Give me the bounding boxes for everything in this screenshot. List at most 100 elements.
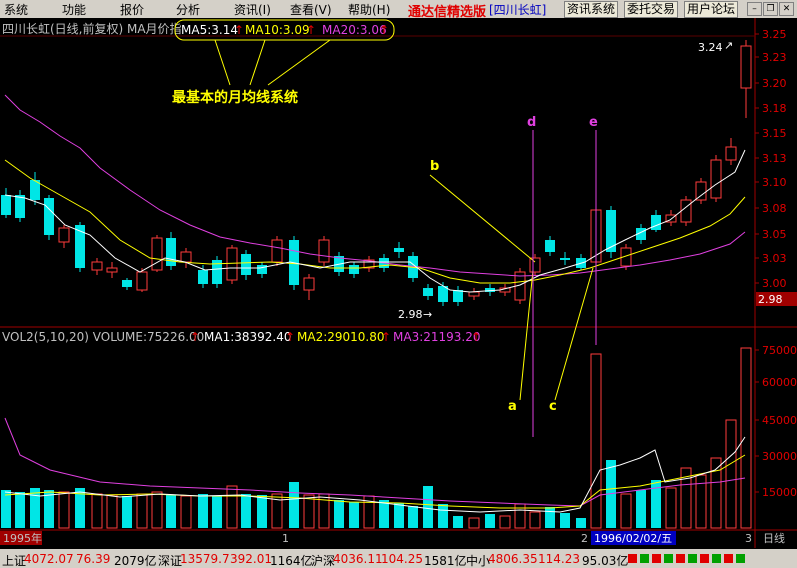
candle-up <box>180 251 192 263</box>
status-bar: 上证 4072.07 76.39 2079亿 深证 13579.7 392.01… <box>0 549 797 568</box>
marker-1: 1 <box>282 532 289 545</box>
sz-change: 392.01 <box>230 552 272 566</box>
volume-bar-up <box>303 494 315 529</box>
marker-3: 3 <box>745 532 752 545</box>
candle-down <box>15 195 25 218</box>
volume-bar-up <box>499 515 511 529</box>
candle-up <box>58 227 70 243</box>
ma10-arrow-icon: ↑ <box>306 23 316 37</box>
callout-line <box>214 39 231 86</box>
restore-icon[interactable]: ❐ <box>763 2 778 16</box>
volume-bar-down <box>408 506 418 528</box>
candle-up <box>271 239 283 263</box>
volume-bar-up <box>136 493 148 529</box>
volume-bar-up <box>318 493 330 529</box>
price-tick-label: 3.10 <box>762 176 787 189</box>
chart-header: 四川长虹(日线,前复权) MA月价指 <box>2 21 182 36</box>
label-c: c <box>549 399 557 414</box>
vol-ma1-arrow-icon: ↑ <box>285 330 295 344</box>
sz-value: 13579.7 <box>180 552 230 566</box>
menu-help[interactable]: 帮助(H) <box>348 1 390 18</box>
low-arrow-icon: → <box>423 308 432 321</box>
zx-amount: 95.03亿 <box>582 554 629 568</box>
volume-bar-down <box>485 514 495 528</box>
info-system-button[interactable]: 资讯系统 <box>564 1 619 18</box>
trade-button[interactable]: 委托交易 <box>624 1 679 18</box>
zx-label: 中小 <box>466 554 491 568</box>
marker-2: 2 <box>581 532 588 545</box>
menu-analysis[interactable]: 分析 <box>176 1 200 18</box>
candle-down <box>423 288 433 296</box>
sh-value: 4072.07 <box>24 552 74 566</box>
price-tick-label: 3.18 <box>762 102 787 115</box>
period-label[interactable]: 日线 <box>763 531 785 545</box>
volume-bar-down <box>636 490 646 528</box>
volume-bar-down <box>560 513 570 528</box>
volume-bar-down <box>122 496 132 528</box>
ma5-arrow-icon: ↑ <box>234 23 244 37</box>
price-tick-label: 3.05 <box>762 228 787 241</box>
price-tick-label: 3.08 <box>762 202 787 215</box>
volume-bar-down <box>545 507 555 528</box>
volume-bar-down <box>15 492 25 528</box>
menu-view[interactable]: 查看(V) <box>290 1 332 18</box>
candle-up <box>91 261 103 271</box>
volume-bar-up <box>468 517 480 529</box>
candle-up <box>226 247 238 281</box>
status-indicators <box>628 552 788 565</box>
vol-arrow-icon: ↑ <box>190 330 200 344</box>
vol-ma2-label: MA2:29010.80 <box>297 330 385 344</box>
low-label: 2.98 <box>398 308 423 321</box>
annotation-line-c <box>554 267 594 401</box>
volume-bar-down <box>423 486 433 528</box>
last-price-label: 2.98 <box>758 293 783 306</box>
close-icon[interactable]: ✕ <box>779 2 794 16</box>
volume-bar-down <box>438 504 448 528</box>
volume-bar-down <box>198 494 208 528</box>
hs-change: 104.25 <box>381 552 423 566</box>
volume-bar-up <box>151 491 163 529</box>
callout-line <box>249 39 266 86</box>
hs-amount: 1581亿 <box>424 554 467 568</box>
minimize-icon[interactable]: – <box>747 2 762 16</box>
candle-up <box>725 146 737 161</box>
volume-bars <box>1 347 752 529</box>
volume-bar-up <box>226 485 238 529</box>
vol-ma3-label: MA3:21193.20 <box>393 330 481 344</box>
label-a: a <box>508 399 517 414</box>
forum-button[interactable]: 用户论坛 <box>684 1 739 18</box>
vol-tick-label: 60000 <box>762 376 797 389</box>
candle-up <box>303 277 315 291</box>
volume-bar-up <box>529 511 541 529</box>
menu-info[interactable]: 资讯(I) <box>234 1 271 18</box>
volume-bar-up <box>91 493 103 529</box>
annotation-line-b <box>429 174 536 263</box>
candle-up <box>318 239 330 263</box>
menu-function[interactable]: 功能 <box>62 1 86 18</box>
candle-down <box>394 248 404 252</box>
candle-up <box>106 267 118 273</box>
candle-down <box>241 254 251 275</box>
candle-down <box>122 280 132 287</box>
kline-chart[interactable]: 3.25 3.23 3.20 3.18 3.15 3.13 3.10 3.08 3.05 3.03… <box>0 18 797 548</box>
menu-system[interactable]: 系统 <box>4 1 28 18</box>
vol-header: VOL2(5,10,20) VOLUME:75226.00 <box>2 330 204 344</box>
year-label: 1995年 <box>3 531 42 545</box>
ma20-label: MA20:3.06 <box>322 23 387 37</box>
zx-value: 4806.35 <box>488 552 538 566</box>
volume-bar-up <box>106 494 118 529</box>
candle-up <box>740 45 752 89</box>
ma5-label: MA5:3.14 <box>181 23 238 37</box>
candle-down <box>198 270 208 284</box>
candle-up <box>468 291 480 297</box>
candle-down <box>1 195 11 215</box>
volume-bar-down <box>1 490 11 528</box>
volume-bar-down <box>257 495 267 528</box>
volume-bar-down <box>379 500 389 528</box>
volume-bar-down <box>394 503 404 528</box>
ma10-label: MA10:3.09 <box>245 23 310 37</box>
price-tick-label: 3.03 <box>762 252 787 265</box>
volume-bar-down <box>212 496 222 528</box>
vol-ma1-label: MA1:38392.40 <box>204 330 292 344</box>
menu-quote[interactable]: 报价 <box>120 1 144 18</box>
